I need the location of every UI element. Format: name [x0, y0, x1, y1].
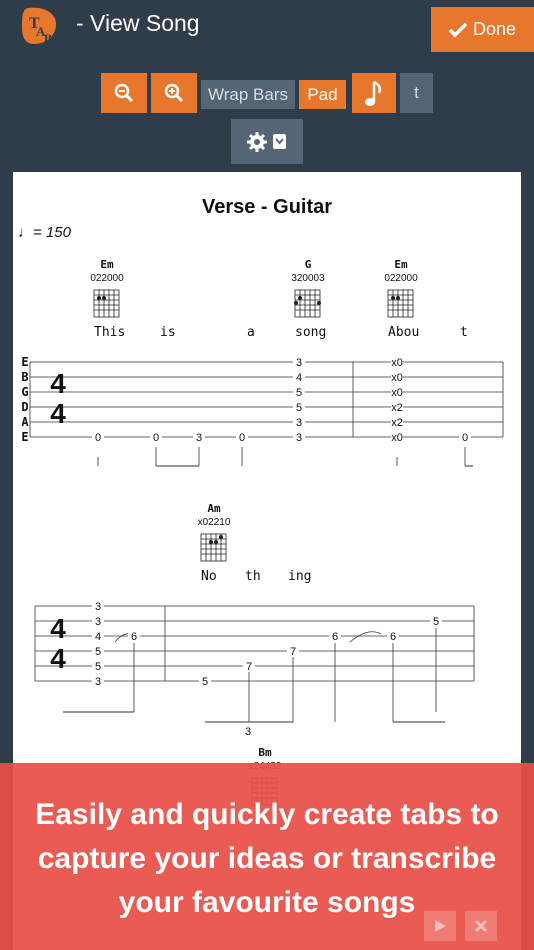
- tab-note: x0: [391, 432, 403, 444]
- tab-note: 0: [462, 432, 468, 444]
- tab-note: 3: [95, 676, 101, 688]
- tab-note: 3: [196, 432, 202, 444]
- time-signature: 4: [50, 398, 66, 429]
- tab-note: 3: [296, 432, 302, 444]
- tab-note: 0: [153, 432, 159, 444]
- tab-note: 3: [296, 357, 302, 369]
- tab-note: 6: [131, 631, 137, 643]
- promo-line: capture your ideas or transcribe: [37, 842, 497, 875]
- tab-note: 5: [95, 646, 101, 658]
- time-signature: 4: [50, 368, 66, 399]
- tab-note: 7: [290, 646, 296, 658]
- chord-diagram: [93, 289, 414, 806]
- tab-note: x2: [391, 402, 403, 414]
- play-icon: [435, 920, 446, 932]
- string-label: G: [21, 385, 28, 399]
- wrap-bars-button[interactable]: Wrap Bars: [201, 80, 295, 109]
- play-button[interactable]: [424, 911, 456, 941]
- text-button[interactable]: t: [400, 73, 433, 113]
- tab-note: 3: [296, 417, 302, 429]
- tab-note: 0: [239, 432, 245, 444]
- tab-note: 5: [296, 402, 302, 414]
- tab-note: 4: [296, 372, 302, 384]
- pad-button[interactable]: Pad: [299, 80, 346, 109]
- tab-note: x0: [391, 387, 403, 399]
- eighth-note-icon: [365, 80, 382, 106]
- page-title: - View Song: [76, 10, 200, 36]
- time-signature: 4: [50, 643, 66, 674]
- tab-note: x0: [391, 357, 403, 369]
- string-label: A: [21, 415, 29, 429]
- string-label: B: [21, 370, 28, 384]
- tab-note: 7: [246, 661, 252, 673]
- tab-note: 5: [202, 676, 208, 688]
- tab-note: 5: [433, 616, 439, 628]
- settings-button[interactable]: [231, 119, 303, 164]
- time-signature: 4: [50, 613, 66, 644]
- done-button[interactable]: Done: [431, 7, 534, 52]
- close-icon: [474, 919, 488, 933]
- tab-note: 3: [95, 601, 101, 613]
- zoom-out-icon: [114, 83, 134, 103]
- done-label: Done: [472, 19, 517, 39]
- checkmark-icon: [448, 22, 467, 37]
- note-duration-button[interactable]: [352, 73, 396, 113]
- string-label: D: [21, 400, 28, 414]
- close-button[interactable]: [465, 911, 497, 941]
- tab-staff: 4433455365776 653: [34, 600, 475, 738]
- tab-note: 4: [95, 631, 101, 643]
- zoom-out-button[interactable]: [101, 73, 147, 113]
- tuplet-number: 3: [245, 726, 251, 738]
- promo-text: Easily and quickly create tabs to captur…: [0, 793, 534, 925]
- zoom-in-icon: [164, 83, 184, 103]
- svg-text:B: B: [44, 31, 52, 45]
- tab-note: x0: [391, 372, 403, 384]
- tab-note: x2: [391, 417, 403, 429]
- string-label: E: [21, 430, 28, 444]
- zoom-in-button[interactable]: [151, 73, 197, 113]
- promo-line: Easily and quickly create tabs to: [35, 798, 499, 831]
- tab-note: 6: [332, 631, 338, 643]
- tab-note: 5: [95, 661, 101, 673]
- tab-note: 5: [296, 387, 302, 399]
- gear-dropdown-icon: [247, 131, 286, 152]
- tab-note: 6: [390, 631, 396, 643]
- tab-staff: EBGDAE440 0 3 0345533x0x0x0x2x2x0 0: [21, 355, 504, 467]
- string-label: E: [21, 355, 28, 369]
- app-header: T A B - View Song Done: [0, 0, 534, 60]
- tab-note: 3: [95, 616, 101, 628]
- tab-note: 0: [95, 432, 101, 444]
- tab-logo-icon: T A B: [22, 7, 56, 45]
- slide-mark: [349, 631, 382, 643]
